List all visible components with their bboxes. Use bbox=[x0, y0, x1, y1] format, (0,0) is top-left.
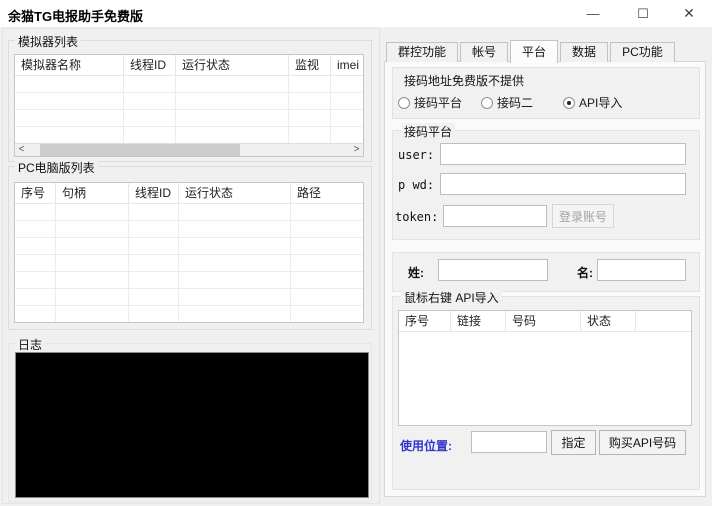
tab-平台[interactable]: 平台 bbox=[510, 40, 558, 63]
radio-icon[interactable] bbox=[398, 97, 410, 109]
token-label: token: bbox=[395, 210, 438, 224]
position-label: 使用位置: bbox=[400, 437, 452, 454]
radio-label: 接码平台 bbox=[414, 94, 462, 111]
api-group-title: 鼠标右键 API导入 bbox=[401, 289, 502, 306]
column-divider bbox=[175, 76, 176, 143]
api-table-body[interactable] bbox=[399, 332, 691, 425]
table-header-row: 序号链接号码状态 bbox=[399, 311, 691, 332]
pwd-input[interactable] bbox=[440, 173, 686, 195]
sms-group-title: 接码地址免费版不提供 bbox=[401, 72, 527, 89]
user-input[interactable] bbox=[440, 143, 686, 165]
scroll-track[interactable] bbox=[28, 144, 350, 157]
radio-icon[interactable] bbox=[563, 97, 575, 109]
column-divider bbox=[330, 76, 331, 143]
radio-接码平台[interactable]: 接码平台 bbox=[398, 94, 462, 111]
emulator-table-body[interactable] bbox=[15, 76, 363, 143]
radio-icon[interactable] bbox=[481, 97, 493, 109]
radio-label: 接码二 bbox=[497, 94, 533, 111]
maximize-button[interactable]: ☐ bbox=[626, 0, 660, 27]
pc-table[interactable]: 序号句柄线程ID运行状态路径 bbox=[14, 182, 364, 323]
last-name-label: 姓: bbox=[408, 264, 424, 281]
column-header-线程ID[interactable]: 线程ID bbox=[124, 55, 176, 75]
column-header-序号[interactable]: 序号 bbox=[399, 311, 451, 331]
column-divider bbox=[128, 204, 129, 323]
log-group-title: 日志 bbox=[15, 336, 45, 353]
log-output bbox=[15, 352, 369, 498]
pc-group-title: PC电脑版列表 bbox=[15, 159, 98, 176]
column-divider bbox=[123, 76, 124, 143]
column-header-运行状态[interactable]: 运行状态 bbox=[179, 183, 291, 203]
column-header-运行状态[interactable]: 运行状态 bbox=[176, 55, 289, 75]
tab-数据[interactable]: 数据 bbox=[560, 42, 608, 62]
radio-label: API导入 bbox=[579, 94, 622, 111]
column-divider bbox=[55, 204, 56, 323]
scroll-left-icon[interactable]: < bbox=[15, 144, 28, 157]
first-name-input[interactable] bbox=[597, 259, 686, 281]
pwd-label: p wd: bbox=[398, 178, 434, 192]
radio-API导入[interactable]: API导入 bbox=[563, 94, 622, 111]
tab-帐号[interactable]: 帐号 bbox=[460, 42, 508, 62]
radio-接码二[interactable]: 接码二 bbox=[481, 94, 533, 111]
emulator-hscrollbar[interactable]: < > bbox=[15, 143, 363, 156]
scroll-right-icon[interactable]: > bbox=[350, 144, 363, 157]
tab-群控功能[interactable]: 群控功能 bbox=[386, 42, 458, 62]
user-label: user: bbox=[398, 148, 434, 162]
platform-group-title: 接码平台 bbox=[401, 123, 455, 140]
api-table[interactable]: 序号链接号码状态 bbox=[398, 310, 692, 426]
first-name-label: 名: bbox=[577, 264, 593, 281]
login-button[interactable]: 登录账号 bbox=[552, 204, 614, 228]
table-header-row: 序号句柄线程ID运行状态路径 bbox=[15, 183, 363, 204]
scroll-thumb[interactable] bbox=[40, 144, 240, 157]
column-divider bbox=[288, 76, 289, 143]
pc-table-body[interactable] bbox=[15, 204, 363, 323]
column-header-状态[interactable]: 状态 bbox=[581, 311, 636, 331]
column-header-路径[interactable]: 路径 bbox=[291, 183, 364, 203]
close-button[interactable]: ✕ bbox=[672, 0, 706, 27]
app-window: 余猫TG电报助手免费版 — ☐ ✕ 模拟器列表 模拟器名称线程ID运行状态监视i… bbox=[0, 0, 712, 506]
emulator-group-title: 模拟器列表 bbox=[15, 33, 81, 50]
table-header-row: 模拟器名称线程ID运行状态监视imei bbox=[15, 55, 363, 76]
title-bar: 余猫TG电报助手免费版 — ☐ ✕ bbox=[0, 0, 712, 27]
token-input[interactable] bbox=[443, 205, 547, 227]
column-header-监视[interactable]: 监视 bbox=[289, 55, 331, 75]
assign-button[interactable]: 指定 bbox=[551, 430, 596, 455]
column-divider bbox=[178, 204, 179, 323]
column-divider bbox=[290, 204, 291, 323]
sms-group: 接码地址免费版不提供 bbox=[392, 67, 700, 119]
column-header-imei[interactable]: imei bbox=[331, 55, 364, 75]
column-header-链接[interactable]: 链接 bbox=[451, 311, 506, 331]
column-header-模拟器名称[interactable]: 模拟器名称 bbox=[15, 55, 124, 75]
buy-api-button[interactable]: 购买API号码 bbox=[599, 430, 686, 455]
emulator-table[interactable]: 模拟器名称线程ID运行状态监视imei < > bbox=[14, 54, 364, 157]
column-header-序号[interactable]: 序号 bbox=[15, 183, 56, 203]
minimize-button[interactable]: — bbox=[576, 0, 610, 27]
column-header-句柄[interactable]: 句柄 bbox=[56, 183, 129, 203]
column-header-号码[interactable]: 号码 bbox=[506, 311, 581, 331]
tab-bar: 群控功能帐号平台数据PC功能 bbox=[386, 40, 677, 62]
position-input[interactable] bbox=[471, 431, 547, 453]
column-header-线程ID[interactable]: 线程ID bbox=[129, 183, 179, 203]
window-title: 余猫TG电报助手免费版 bbox=[8, 6, 143, 25]
last-name-input[interactable] bbox=[438, 259, 548, 281]
tab-PC功能[interactable]: PC功能 bbox=[610, 42, 675, 62]
